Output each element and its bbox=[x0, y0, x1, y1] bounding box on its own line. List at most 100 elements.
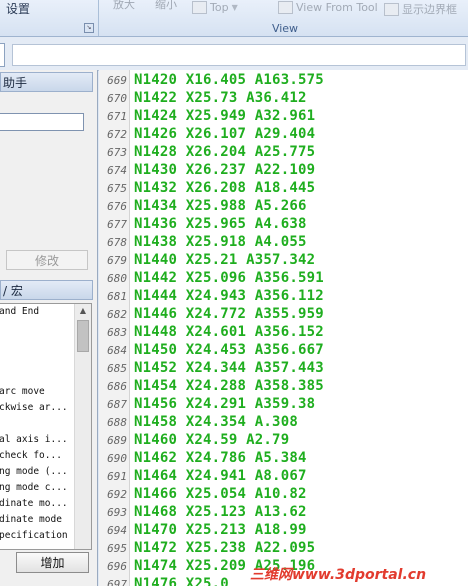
code-text: N1440 X25.21 A357.342 bbox=[134, 252, 316, 268]
code-line[interactable]: 674 N1430 X26.237 A22.109 bbox=[99, 161, 468, 179]
line-number: 677 bbox=[107, 218, 127, 231]
list-item[interactable]: check fo... bbox=[0, 448, 73, 464]
code-editor[interactable]: 669 N1420 X16.405 A163.575 670 N1422 X25.73… bbox=[99, 70, 468, 586]
list-item[interactable] bbox=[0, 368, 73, 384]
code-text: N1456 X24.291 A359.38 bbox=[134, 396, 316, 412]
line-number: 694 bbox=[107, 524, 127, 537]
line-number: 670 bbox=[107, 92, 127, 105]
code-line[interactable]: 683 N1448 X24.601 A356.152 bbox=[99, 323, 468, 341]
code-line[interactable]: 690 N1462 X24.786 A5.384 bbox=[99, 449, 468, 467]
code-text: N1446 X24.772 A355.959 bbox=[134, 306, 324, 322]
line-number: 681 bbox=[107, 290, 127, 303]
list-item[interactable]: and End bbox=[0, 304, 73, 320]
line-number: 682 bbox=[107, 308, 127, 321]
code-line[interactable]: 677 N1436 X25.965 A4.638 bbox=[99, 215, 468, 233]
code-text: N1468 X25.123 A13.62 bbox=[134, 504, 307, 520]
add-button[interactable]: 增加 bbox=[16, 552, 89, 573]
code-line[interactable]: 684 N1450 X24.453 A356.667 bbox=[99, 341, 468, 359]
code-line[interactable]: 669 N1420 X16.405 A163.575 bbox=[99, 71, 468, 89]
scroll-up-icon[interactable]: ▲ bbox=[75, 304, 91, 318]
line-number: 678 bbox=[107, 236, 127, 249]
list-scrollbar[interactable]: ▲ bbox=[74, 304, 91, 549]
list-item[interactable] bbox=[0, 352, 73, 368]
code-text: N1476 X25.0 bbox=[134, 576, 229, 586]
line-number: 676 bbox=[107, 200, 127, 213]
line-number: 675 bbox=[107, 182, 127, 195]
zoom-in-button[interactable]: 放大 bbox=[113, 0, 135, 12]
view-from-tool-button[interactable]: View From Tool bbox=[278, 1, 378, 14]
list-item[interactable]: ng mode (... bbox=[0, 464, 73, 480]
macro-list[interactable]: and End arc move ckwise ar... al axis i... c… bbox=[0, 303, 92, 550]
list-item[interactable] bbox=[0, 320, 73, 336]
line-number: 684 bbox=[107, 344, 127, 357]
line-number: 693 bbox=[107, 506, 127, 519]
list-item[interactable]: ng mode c... bbox=[0, 480, 73, 496]
code-line[interactable]: 678 N1438 X25.918 A4.055 bbox=[99, 233, 468, 251]
code-text: N1422 X25.73 A36.412 bbox=[134, 90, 307, 106]
list-item[interactable] bbox=[0, 416, 73, 432]
code-line[interactable]: 672 N1426 X26.107 A29.404 bbox=[99, 125, 468, 143]
document-tab[interactable] bbox=[0, 43, 5, 67]
code-line[interactable]: 689 N1460 X24.59 A2.79 bbox=[99, 431, 468, 449]
settings-group: 设置 ↘ bbox=[0, 0, 99, 36]
modify-button[interactable]: 修改 bbox=[6, 250, 88, 270]
line-number: 687 bbox=[107, 398, 127, 411]
line-number: 692 bbox=[107, 488, 127, 501]
view-group-label: View bbox=[271, 22, 299, 35]
code-line[interactable]: 675 N1432 X26.208 A18.445 bbox=[99, 179, 468, 197]
code-line[interactable]: 688 N1458 X24.354 A.308 bbox=[99, 413, 468, 431]
code-line[interactable]: 670 N1422 X25.73 A36.412 bbox=[99, 89, 468, 107]
assistant-input[interactable] bbox=[0, 113, 84, 131]
list-item[interactable]: pecification bbox=[0, 528, 73, 544]
line-number: 673 bbox=[107, 146, 127, 159]
code-text: N1442 X25.096 A356.591 bbox=[134, 270, 324, 286]
list-item[interactable]: dinate mode bbox=[0, 512, 73, 528]
line-number: 680 bbox=[107, 272, 127, 285]
code-line[interactable]: 691 N1464 X24.941 A8.067 bbox=[99, 467, 468, 485]
dialog-launcher-icon[interactable]: ↘ bbox=[84, 23, 94, 33]
code-line[interactable]: 687 N1456 X24.291 A359.38 bbox=[99, 395, 468, 413]
list-item[interactable]: dinate mo... bbox=[0, 496, 73, 512]
code-line[interactable]: 681 N1444 X24.943 A356.112 bbox=[99, 287, 468, 305]
line-number: 672 bbox=[107, 128, 127, 141]
settings-button[interactable]: 设置 bbox=[6, 0, 30, 17]
code-line[interactable]: 695 N1472 X25.238 A22.095 bbox=[99, 539, 468, 557]
code-text: N1424 X25.949 A32.961 bbox=[134, 108, 316, 124]
list-item[interactable] bbox=[0, 336, 73, 352]
show-boundary-button[interactable]: 显示边界框 bbox=[384, 1, 457, 17]
assistant-header: 助手 bbox=[0, 72, 93, 92]
list-item[interactable]: arc move bbox=[0, 384, 73, 400]
scroll-thumb[interactable] bbox=[77, 320, 89, 352]
code-line[interactable]: 682 N1446 X24.772 A355.959 bbox=[99, 305, 468, 323]
line-number: 679 bbox=[107, 254, 127, 267]
code-text: N1434 X25.988 A5.266 bbox=[134, 198, 307, 214]
code-text: N1450 X24.453 A356.667 bbox=[134, 342, 324, 358]
code-text: N1448 X24.601 A356.152 bbox=[134, 324, 324, 340]
line-number: 695 bbox=[107, 542, 127, 555]
code-line[interactable]: 673 N1428 X26.204 A25.775 bbox=[99, 143, 468, 161]
code-text: N1432 X26.208 A18.445 bbox=[134, 180, 316, 196]
code-text: N1454 X24.288 A358.385 bbox=[134, 378, 324, 394]
code-line[interactable]: 685 N1452 X24.344 A357.443 bbox=[99, 359, 468, 377]
code-line[interactable]: 679 N1440 X25.21 A357.342 bbox=[99, 251, 468, 269]
line-number: 671 bbox=[107, 110, 127, 123]
code-line[interactable]: 693 N1468 X25.123 A13.62 bbox=[99, 503, 468, 521]
code-line[interactable]: 676 N1434 X25.988 A5.266 bbox=[99, 197, 468, 215]
top-view-button[interactable]: Top ▼ bbox=[192, 1, 238, 14]
line-number: 669 bbox=[107, 74, 127, 87]
code-line[interactable]: 671 N1424 X25.949 A32.961 bbox=[99, 107, 468, 125]
line-number: 691 bbox=[107, 470, 127, 483]
code-line[interactable]: 680 N1442 X25.096 A356.591 bbox=[99, 269, 468, 287]
zoom-out-button[interactable]: 缩小 bbox=[155, 0, 177, 12]
assistant-panel: 助手 修改 / 宏 and End arc move ckwise ar... al … bbox=[0, 70, 98, 586]
code-text: N1472 X25.238 A22.095 bbox=[134, 540, 316, 556]
list-item[interactable]: al axis i... bbox=[0, 432, 73, 448]
line-number: 689 bbox=[107, 434, 127, 447]
top-view-label: Top bbox=[210, 1, 229, 14]
ribbon: 设置 ↘ 放大 缩小 Top ▼ View From Tool 显示边界框 Vi… bbox=[0, 0, 468, 37]
code-line[interactable]: 694 N1470 X25.213 A18.99 bbox=[99, 521, 468, 539]
code-text: N1444 X24.943 A356.112 bbox=[134, 288, 324, 304]
code-line[interactable]: 692 N1466 X25.054 A10.82 bbox=[99, 485, 468, 503]
list-item[interactable]: ckwise ar... bbox=[0, 400, 73, 416]
code-line[interactable]: 686 N1454 X24.288 A358.385 bbox=[99, 377, 468, 395]
